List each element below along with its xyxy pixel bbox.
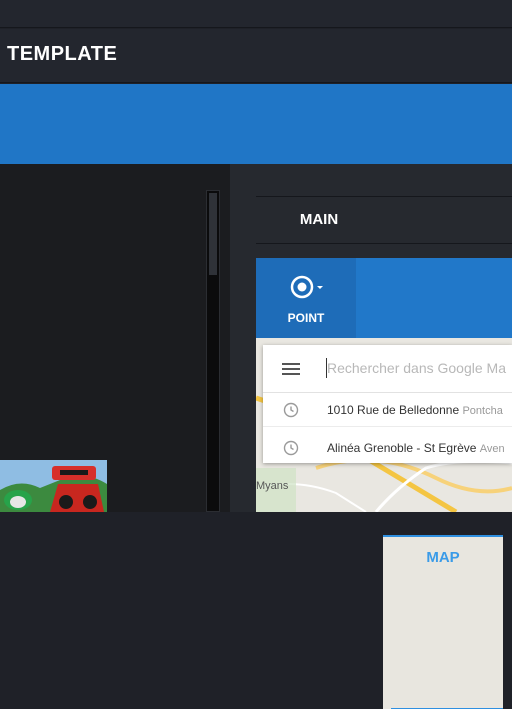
target-icon	[290, 275, 324, 306]
clock-icon	[283, 402, 299, 423]
map-place-label: Myans	[256, 480, 289, 492]
search-row: Rechercher dans Google Ma	[263, 345, 512, 393]
banner-bar	[0, 84, 512, 164]
map-toolbar: POINT	[256, 258, 512, 338]
search-input[interactable]: Rechercher dans Google Ma	[327, 360, 506, 376]
suggestion-item[interactable]: 1010 Rue de Belledonne Pontcha	[263, 393, 512, 427]
suggestion-subtitle: Pontcha	[462, 405, 503, 417]
menu-icon[interactable]	[282, 363, 300, 375]
clock-icon	[283, 440, 299, 461]
tab-main[interactable]: MAIN	[256, 197, 382, 243]
app-header: TEMPLATE	[0, 29, 512, 83]
tab-bar: MAIN MAP	[256, 196, 512, 709]
suggestion-item[interactable]: Alinéa Grenoble - St Egrève Aven	[263, 431, 512, 465]
gallery-thumbnail[interactable]	[0, 460, 107, 512]
app-title: TEMPLATE	[7, 43, 118, 65]
suggestion-subtitle: Aven	[479, 443, 505, 455]
thumbnail-image	[0, 460, 107, 512]
top-strip	[0, 0, 512, 28]
suggestion-title: 1010 Rue de Belledonne	[327, 403, 460, 417]
left-scrollbar[interactable]	[206, 190, 220, 512]
point-button[interactable]: POINT	[256, 258, 356, 338]
tab-map[interactable]: MAP	[383, 535, 503, 709]
scrollbar-thumb[interactable]	[209, 193, 217, 275]
map-search-box: Rechercher dans Google Ma 1010 Rue de Be…	[263, 345, 512, 463]
suggestion-title: Alinéa Grenoble - St Egrève	[327, 441, 477, 455]
point-button-label: POINT	[287, 311, 325, 325]
tab-map-label: MAP	[426, 549, 460, 566]
